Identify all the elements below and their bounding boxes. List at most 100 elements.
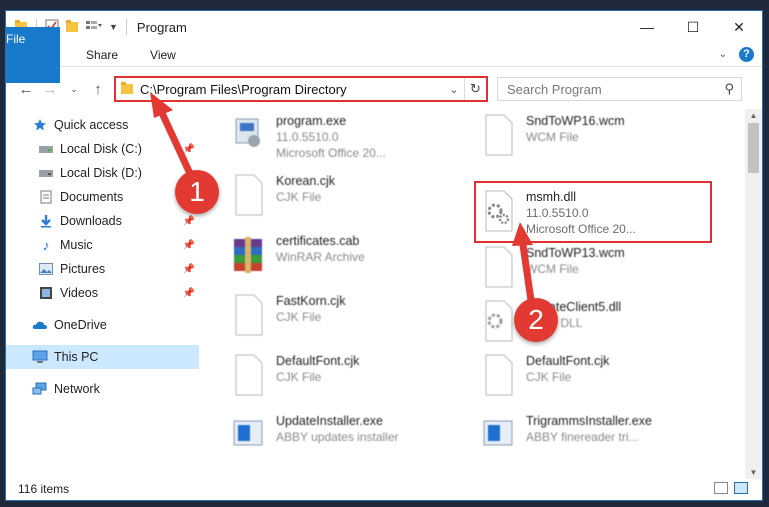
list-item-msmh-dll[interactable]: msmh.dll 11.0.5510.0 Microsoft Office 20..… <box>474 181 712 243</box>
navigation-bar: ← → ⌄ ↑ C:\Program Files\Program Directo… <box>6 71 762 107</box>
sidebar-item-local-disk-c[interactable]: Local Disk (C:) 📌 <box>6 137 199 161</box>
file-description: ABBY finereader tri... <box>526 430 639 444</box>
vertical-scrollbar[interactable]: ▲ ▼ <box>745 109 762 479</box>
sidebar-item-label: This PC <box>54 350 99 364</box>
sidebar-item-onedrive[interactable]: OneDrive <box>6 313 199 337</box>
back-arrow-icon[interactable]: ← <box>14 81 38 98</box>
help-icon[interactable]: ? <box>739 47 754 62</box>
star-icon <box>32 117 48 133</box>
sidebar-item-label: Videos <box>60 286 98 300</box>
file-type: CJK File <box>276 370 322 384</box>
file-name: certificates.cab <box>276 234 360 248</box>
list-item[interactable]: SndToWP16.wcm WCM File <box>480 111 720 167</box>
sidebar-item-pictures[interactable]: Pictures 📌 <box>6 257 199 281</box>
divider <box>125 19 127 35</box>
list-item[interactable]: certificates.cab WinRAR Archive <box>230 231 470 287</box>
search-placeholder: Search Program <box>507 81 602 97</box>
maximize-button[interactable]: ☐ <box>670 11 716 43</box>
file-type: WCM File <box>526 130 579 144</box>
list-item[interactable]: Korean.cjk CJK File <box>230 171 470 227</box>
sidebar-item-quick-access[interactable]: Quick access <box>6 113 199 137</box>
chevron-down-icon[interactable]: ⌄ <box>444 83 464 96</box>
tab-share[interactable]: Share <box>70 43 134 67</box>
pin-icon[interactable]: 📌 <box>183 240 195 251</box>
drive-icon <box>38 165 54 181</box>
scroll-down-icon[interactable]: ▼ <box>745 468 762 477</box>
pin-icon[interactable]: 📌 <box>183 144 195 155</box>
up-arrow-icon[interactable]: ↑ <box>86 81 110 98</box>
item-count: 116 items <box>18 482 70 496</box>
view-options-icon[interactable] <box>85 19 103 36</box>
exe-file-icon <box>230 111 266 157</box>
list-item[interactable]: UpdateInstaller.exe ABBY updates installe… <box>230 411 470 467</box>
address-bar[interactable]: C:\Program Files\Program Directory ⌄ ↻ <box>114 76 488 102</box>
generic-file-icon <box>480 351 516 397</box>
sidebar-item-label: Local Disk (D:) <box>60 166 142 180</box>
sidebar-item-videos[interactable]: Videos 📌 <box>6 281 199 305</box>
list-item[interactable]: SndToWP13.wcm WCM File <box>480 243 720 299</box>
generic-file-icon <box>230 171 266 217</box>
sidebar-item-downloads[interactable]: Downloads 📌 <box>6 209 199 233</box>
file-name: msmh.dll <box>526 190 577 204</box>
large-icons-view-icon[interactable] <box>734 482 748 494</box>
list-item[interactable]: TrigrammsInstaller.exe ABBY finereader tr… <box>480 411 720 467</box>
chevron-down-icon[interactable]: ▼ <box>109 22 118 32</box>
list-item[interactable]: FastKorn.cjk CJK File <box>230 291 470 347</box>
address-path[interactable]: C:\Program Files\Program Directory <box>140 82 444 97</box>
new-folder-icon[interactable] <box>65 19 79 36</box>
sidebar-item-local-disk-d[interactable]: Local Disk (D:) <box>6 161 199 185</box>
file-description: Microsoft Office 20... <box>526 222 636 236</box>
pictures-icon <box>38 261 54 277</box>
file-type: WCM File <box>526 262 579 276</box>
file-description: ABBY updates installer <box>276 430 399 444</box>
dll-gear-icon <box>480 187 516 233</box>
tab-view[interactable]: View <box>134 43 192 67</box>
documents-icon <box>38 189 54 205</box>
file-name: DefaultFont.cjk <box>276 354 360 368</box>
sidebar-item-this-pc[interactable]: This PC <box>6 345 199 369</box>
list-item[interactable]: DefaultFont.cjk CJK File <box>480 351 720 407</box>
list-item[interactable]: DefaultFont.cjk CJK File <box>230 351 470 407</box>
explorer-window: ▼ Program — ☐ ✕ File Home Share View ⌄ ?… <box>5 10 763 501</box>
file-name: DefaultFont.cjk <box>526 354 610 368</box>
file-type: WinRAR Archive <box>276 250 365 264</box>
step-marker-1: 1 <box>175 170 219 214</box>
sidebar-item-label: Downloads <box>60 214 122 228</box>
file-name: Korean.cjk <box>276 174 336 188</box>
forward-arrow-icon[interactable]: → <box>38 81 62 98</box>
music-icon: ♪ <box>42 237 50 253</box>
minimize-button[interactable]: — <box>624 11 670 43</box>
sidebar-item-documents[interactable]: Documents <box>6 185 199 209</box>
close-button[interactable]: ✕ <box>716 11 762 43</box>
refresh-icon[interactable]: ↻ <box>464 78 486 100</box>
drive-icon <box>38 141 54 157</box>
status-bar: 116 items <box>6 478 762 500</box>
file-name: SndToWP16.wcm <box>526 114 625 128</box>
pin-icon[interactable]: 📌 <box>183 288 195 299</box>
scrollbar-thumb[interactable] <box>748 123 759 173</box>
generic-file-icon <box>480 111 516 157</box>
pin-icon[interactable]: 📌 <box>183 264 195 275</box>
list-item[interactable]: program.exe 11.0.5510.0 Microsoft Office 2… <box>230 111 470 167</box>
expand-ribbon-icon[interactable]: ⌄ <box>719 49 727 60</box>
search-icon[interactable]: ⚲ <box>724 81 734 97</box>
title-bar: ▼ Program — ☐ ✕ <box>6 11 762 43</box>
sidebar-item-label: Network <box>54 382 100 396</box>
videos-icon <box>38 285 54 301</box>
sidebar-item-music[interactable]: ♪ Music 📌 <box>6 233 199 257</box>
pin-icon[interactable]: 📌 <box>183 216 195 227</box>
network-icon <box>32 381 48 397</box>
details-view-icon[interactable] <box>714 482 728 494</box>
scroll-up-icon[interactable]: ▲ <box>745 111 762 120</box>
file-version: 11.0.5510.0 <box>276 130 339 144</box>
sidebar-item-label: Quick access <box>54 118 129 132</box>
download-icon <box>38 213 54 229</box>
window-controls: — ☐ ✕ <box>624 11 762 43</box>
file-description: Microsoft Office 20... <box>276 146 386 160</box>
file-type: CJK File <box>526 370 572 384</box>
recent-locations-icon[interactable]: ⌄ <box>62 84 86 95</box>
sidebar-item-network[interactable]: Network <box>6 377 199 401</box>
search-input[interactable]: Search Program ⚲ <box>497 77 742 101</box>
cloud-icon <box>32 317 48 333</box>
navigation-pane: Quick access Local Disk (C:) 📌 Local Dis… <box>6 109 199 471</box>
